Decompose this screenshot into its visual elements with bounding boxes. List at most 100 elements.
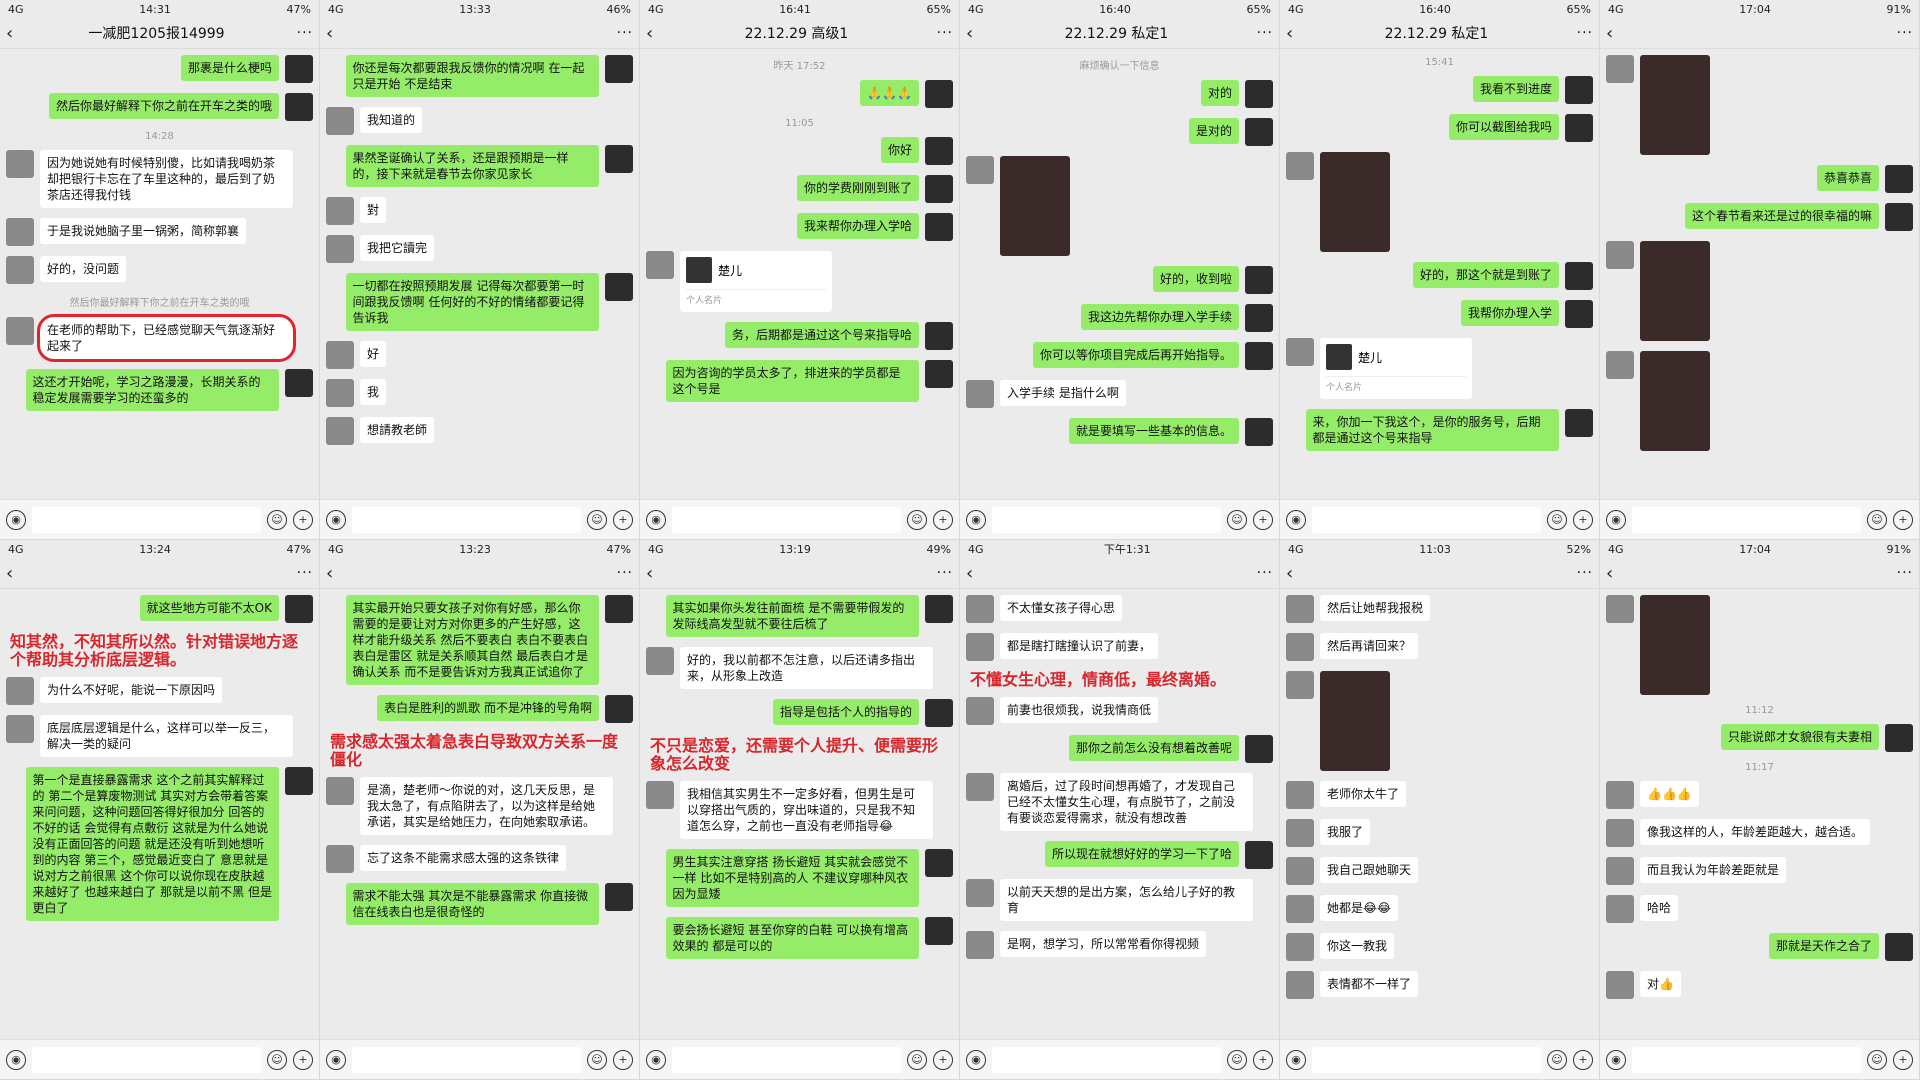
avatar[interactable] xyxy=(1606,241,1634,269)
avatar[interactable] xyxy=(6,150,34,178)
message-input[interactable] xyxy=(32,506,261,533)
avatar[interactable] xyxy=(6,218,34,246)
avatar[interactable] xyxy=(1245,342,1273,370)
avatar[interactable] xyxy=(326,379,354,407)
message-bubble[interactable]: 你可以截图给我吗 xyxy=(1448,114,1559,140)
avatar[interactable] xyxy=(925,917,953,945)
message-bubble[interactable]: 表白是胜利的凯歌 而不是冲锋的号角啊 xyxy=(377,695,599,721)
avatar[interactable] xyxy=(925,175,953,203)
more-icon[interactable]: ··· xyxy=(1249,565,1273,581)
avatar[interactable] xyxy=(925,849,953,877)
avatar[interactable] xyxy=(1245,118,1273,146)
avatar[interactable] xyxy=(1245,266,1273,294)
message-bubble[interactable]: 因为她说她有时候特别傻，比如请我喝奶茶却把银行卡忘在了车里这种的，最后到了奶茶店… xyxy=(40,150,294,208)
avatar[interactable] xyxy=(1885,165,1913,193)
message-bubble[interactable]: 我帮你办理入学 xyxy=(1460,300,1559,326)
back-icon[interactable]: ‹ xyxy=(646,23,664,44)
emoji-icon[interactable]: ☺ xyxy=(1867,1049,1887,1070)
avatar[interactable] xyxy=(925,595,953,623)
message-bubble[interactable]: 🙏🙏🙏 xyxy=(860,80,919,106)
voice-icon[interactable]: ◉ xyxy=(1606,509,1626,530)
message-input[interactable] xyxy=(992,506,1221,533)
message-bubble[interactable]: 都是瞎打瞎撞认识了前妻， xyxy=(1000,633,1159,659)
plus-icon[interactable]: + xyxy=(293,1049,313,1070)
image-message[interactable] xyxy=(1640,595,1710,695)
avatar[interactable] xyxy=(326,845,354,873)
avatar[interactable] xyxy=(1606,351,1634,379)
voice-icon[interactable]: ◉ xyxy=(1606,1049,1626,1070)
avatar[interactable] xyxy=(925,322,953,350)
emoji-icon[interactable]: ☺ xyxy=(1227,509,1247,530)
message-bubble[interactable]: 以前天天想的是出方案，怎么给儿子好的教育 xyxy=(1000,879,1254,921)
avatar[interactable] xyxy=(285,93,313,121)
voice-icon[interactable]: ◉ xyxy=(6,509,26,530)
voice-icon[interactable]: ◉ xyxy=(1286,509,1306,530)
back-icon[interactable]: ‹ xyxy=(6,563,24,584)
avatar[interactable] xyxy=(1286,633,1314,661)
message-bubble[interactable]: 她都是😂😂 xyxy=(1320,895,1399,921)
avatar[interactable] xyxy=(1245,80,1273,108)
message-list[interactable]: 那裹是什么梗吗 然后你最好解释下你之前在开车之类的哦 14:28 因为她说她有时候特别… xyxy=(0,49,319,499)
message-bubble[interactable]: 于是我说她脑子里一锅粥，简称郭襄 xyxy=(40,218,247,244)
more-icon[interactable]: ··· xyxy=(1889,25,1913,41)
message-bubble[interactable]: 我服了 xyxy=(1320,819,1371,845)
message-bubble[interactable]: 想請教老師 xyxy=(360,417,435,443)
voice-icon[interactable]: ◉ xyxy=(646,1049,666,1070)
avatar[interactable] xyxy=(1606,971,1634,999)
message-list[interactable]: 然后让她帮我报税 然后再请回来？ 老师你太牛了 我服了 我自己跟她聊天 她都是😂😂 你这一教… xyxy=(1280,589,1599,1039)
avatar[interactable] xyxy=(966,773,994,801)
message-list[interactable]: 昨天 17:52 🙏🙏🙏 11:05 你好 你的学费刚刚到账了 我来帮你办理入学哈 楚儿 个人… xyxy=(640,49,959,499)
voice-icon[interactable]: ◉ xyxy=(646,509,666,530)
back-icon[interactable]: ‹ xyxy=(1286,23,1304,44)
avatar[interactable] xyxy=(326,417,354,445)
avatar[interactable] xyxy=(1606,55,1634,83)
avatar[interactable] xyxy=(1286,595,1314,623)
message-bubble[interactable]: 我这边先帮你办理入学手续 xyxy=(1080,304,1239,330)
message-bubble[interactable]: 不太懂女孩子得心思 xyxy=(1000,595,1123,621)
emoji-icon[interactable]: ☺ xyxy=(1227,1049,1247,1070)
avatar[interactable] xyxy=(646,781,674,809)
message-bubble[interactable]: 要会扬长避短 甚至你穿的白鞋 可以换有增高效果的 都是可以的 xyxy=(665,917,919,959)
message-bubble[interactable]: 我知道的 xyxy=(360,107,423,133)
message-bubble[interactable]: 底层底层逻辑是什么，这样可以举一反三，解决一类的疑问 xyxy=(40,715,294,757)
message-bubble[interactable]: 第一个是直接暴露需求 这个之前其实解释过的 第二个是算废物测试 其实对方会带着答… xyxy=(25,767,279,921)
image-message[interactable] xyxy=(1000,156,1070,256)
avatar[interactable] xyxy=(925,137,953,165)
message-bubble[interactable]: 入学手续 是指什么啊 xyxy=(1000,380,1126,406)
more-icon[interactable]: ··· xyxy=(289,25,313,41)
back-icon[interactable]: ‹ xyxy=(326,563,344,584)
avatar[interactable] xyxy=(1286,933,1314,961)
avatar[interactable] xyxy=(1565,300,1593,328)
back-icon[interactable]: ‹ xyxy=(966,23,984,44)
message-bubble[interactable]: 好的，没问题 xyxy=(40,256,127,282)
avatar[interactable] xyxy=(966,697,994,725)
message-bubble[interactable]: 對 xyxy=(360,197,387,223)
emoji-icon[interactable]: ☺ xyxy=(1867,509,1887,530)
message-bubble[interactable]: 你还是每次都要跟我反馈你的情况啊 在一起只是开始 不是结束 xyxy=(345,55,599,97)
message-bubble[interactable]: 我 xyxy=(360,379,387,405)
avatar[interactable] xyxy=(925,699,953,727)
message-bubble[interactable]: 对👍 xyxy=(1640,971,1681,997)
back-icon[interactable]: ‹ xyxy=(966,563,984,584)
avatar[interactable] xyxy=(1286,781,1314,809)
avatar[interactable] xyxy=(6,715,34,743)
avatar[interactable] xyxy=(1245,735,1273,763)
avatar[interactable] xyxy=(285,369,313,397)
avatar[interactable] xyxy=(1565,114,1593,142)
back-icon[interactable]: ‹ xyxy=(1606,23,1624,44)
avatar[interactable] xyxy=(1606,595,1634,623)
more-icon[interactable]: ··· xyxy=(1249,25,1273,41)
avatar[interactable] xyxy=(285,55,313,83)
plus-icon[interactable]: + xyxy=(613,509,633,530)
voice-icon[interactable]: ◉ xyxy=(326,509,346,530)
message-bubble[interactable]: 你的学费刚刚到账了 xyxy=(796,175,919,201)
plus-icon[interactable]: + xyxy=(1573,1049,1593,1070)
message-bubble[interactable]: 然后让她帮我报税 xyxy=(1320,595,1431,621)
avatar[interactable] xyxy=(646,647,674,675)
avatar[interactable] xyxy=(605,883,633,911)
message-bubble[interactable]: 在老师的帮助下，已经感觉聊天气氛逐渐好起来了 xyxy=(36,314,297,362)
avatar[interactable] xyxy=(6,677,34,705)
emoji-icon[interactable]: ☺ xyxy=(267,1049,287,1070)
more-icon[interactable]: ··· xyxy=(609,25,633,41)
message-bubble[interactable]: 来，你加一下我这个，是你的服务号，后期都是通过这个号来指导 xyxy=(1305,409,1559,451)
